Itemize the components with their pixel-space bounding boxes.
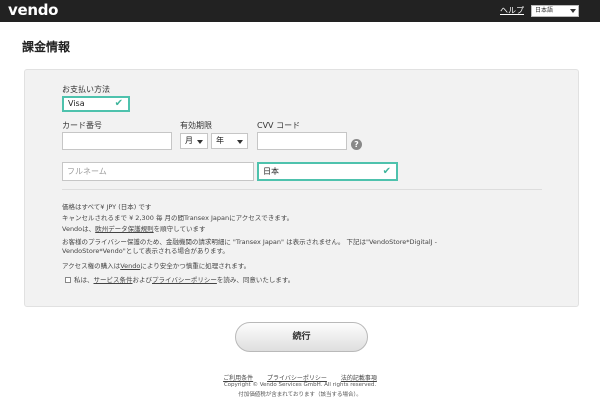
top-bar: vendo ヘルプ 日本語: [0, 0, 600, 22]
fullname-placeholder: フルネーム: [67, 167, 107, 176]
page-title: 課金情報: [22, 40, 71, 54]
privacy-note-line1: お客様のプライバシー保護のため、金融機関の請求明細に "Transex Japa…: [62, 238, 437, 246]
vendo-logo: vendo: [8, 1, 59, 19]
language-select[interactable]: 日本語: [531, 5, 579, 17]
cvv-input[interactable]: [257, 132, 347, 150]
chevron-down-icon: [237, 140, 243, 144]
terms-of-service-link[interactable]: サービス条件: [94, 276, 133, 284]
gdpr-note-post: を順守しています: [153, 225, 206, 233]
payment-method-label: お支払い方法: [62, 85, 110, 94]
chevron-down-icon: [197, 140, 203, 144]
check-icon: ✔: [382, 166, 391, 177]
secure-note-post: により安全かつ慎重に処理されます。: [140, 262, 251, 270]
privacy-note-line2: VendoStore*Vendo"として表示される場合があります。: [62, 247, 229, 255]
vat-note: 付加価値税が含まれております（該当する場合）。: [238, 392, 362, 398]
privacy-policy-link[interactable]: プライバシーポリシー: [152, 276, 217, 284]
footer-privacy-link[interactable]: プライバシーポリシー: [267, 375, 327, 382]
footer-legal-link[interactable]: 法的記載事項: [341, 375, 377, 382]
terms-checkbox[interactable]: [65, 277, 71, 283]
expiry-month-value: 月: [185, 136, 193, 145]
secure-note: アクセス権の購入はVendoにより安全かつ慎重に処理されます。: [62, 262, 250, 271]
fullname-input[interactable]: フルネーム: [62, 162, 254, 181]
country-select[interactable]: 日本 ✔: [257, 162, 398, 181]
gdpr-note-pre: Vendoは、: [62, 225, 96, 233]
country-value: 日本: [263, 167, 279, 176]
cvv-label: CVV コード: [257, 121, 301, 130]
terms-agreement: 私は、サービス条件およびプライバシーポリシーを読み、同意いたします。: [65, 276, 294, 285]
terms-post: を読み、同意いたします。: [216, 276, 295, 284]
terms-mid: および: [132, 276, 153, 284]
expiry-year-value: 年: [216, 136, 224, 145]
check-icon: ✔: [114, 98, 123, 109]
vendo-link[interactable]: Vendo: [120, 262, 140, 270]
chevron-down-icon: [570, 9, 576, 13]
copyright: Copyright © Vendo Services GmbH. All rig…: [223, 382, 377, 388]
payment-method-value: Visa: [68, 99, 85, 108]
gdpr-link[interactable]: 欧州データ保護規則: [95, 225, 154, 233]
footer-terms-link[interactable]: ご利用条件: [223, 375, 253, 382]
footer-links: ご利用条件 プライバシーポリシー 法的記載事項: [0, 373, 600, 382]
payment-method-select[interactable]: Visa ✔: [62, 96, 130, 112]
expiry-month-select[interactable]: 月: [180, 133, 208, 149]
expiry-label: 有効期限: [180, 121, 212, 130]
question-icon[interactable]: ?: [351, 139, 362, 150]
card-number-label: カード番号: [62, 121, 102, 130]
help-link[interactable]: ヘルプ: [500, 5, 524, 16]
terms-pre: 私は、: [74, 276, 94, 284]
secure-note-pre: アクセス権の購入は: [62, 262, 121, 270]
price-note: 価格はすべて¥ JPY (日本) です: [62, 203, 152, 211]
language-value: 日本語: [535, 7, 554, 14]
subscription-note: キャンセルされるまで ¥ 2,300 毎 月の間Transex Japanにアク…: [62, 214, 294, 222]
card-number-input[interactable]: [62, 132, 172, 150]
continue-button[interactable]: 続行: [235, 322, 368, 352]
divider: [62, 189, 542, 190]
gdpr-note: Vendoは、欧州データ保護規則を順守しています: [62, 225, 205, 234]
expiry-year-select[interactable]: 年: [211, 133, 248, 149]
